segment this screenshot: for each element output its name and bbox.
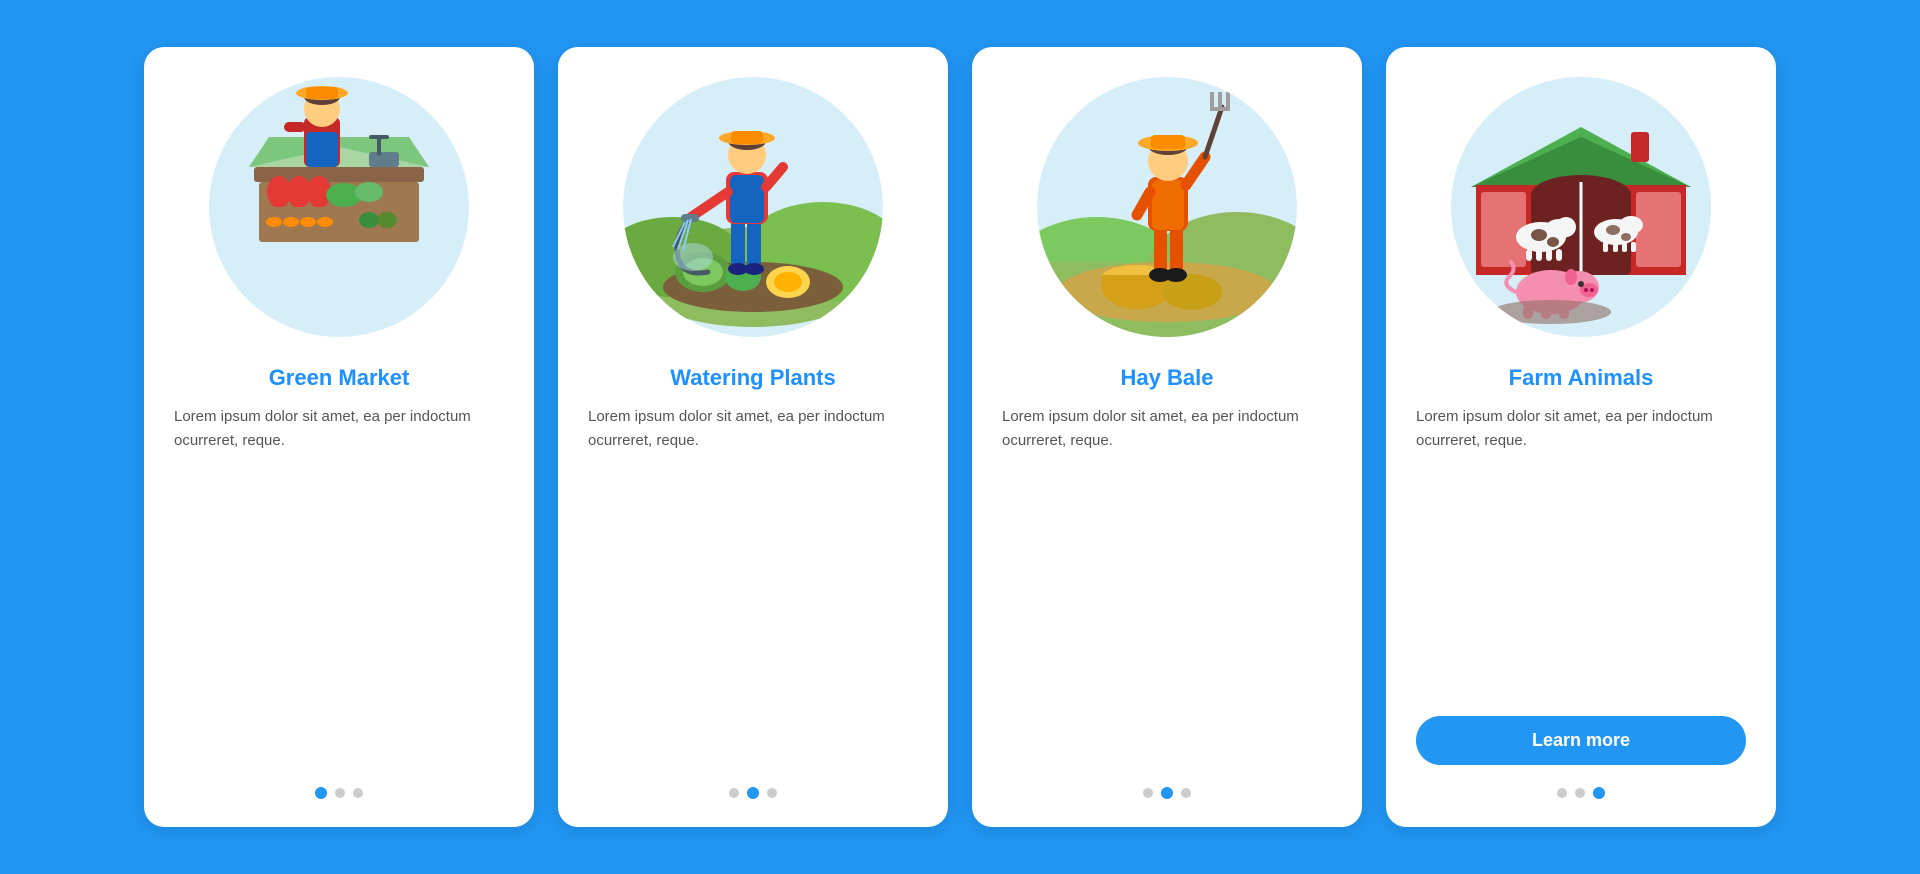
- farm-animals-dots: [1557, 787, 1605, 799]
- dot-1: [729, 788, 739, 798]
- card-farm-animals: Farm Animals Lorem ipsum dolor sit amet,…: [1386, 47, 1776, 827]
- dot-2: [335, 788, 345, 798]
- hay-bale-title: Hay Bale: [1121, 365, 1214, 391]
- dot-1: [315, 787, 327, 799]
- dot-2: [1161, 787, 1173, 799]
- watering-plants-illustration: [623, 77, 883, 337]
- dot-3: [1593, 787, 1605, 799]
- farm-animals-illustration: [1451, 77, 1711, 337]
- dot-2: [747, 787, 759, 799]
- hay-bale-illustration: [1037, 77, 1297, 337]
- cards-container: Green Market Lorem ipsum dolor sit amet,…: [104, 7, 1816, 867]
- dot-3: [767, 788, 777, 798]
- watering-plants-dots: [729, 787, 777, 799]
- dot-3: [1181, 788, 1191, 798]
- green-market-dots: [315, 787, 363, 799]
- hay-bale-text: Lorem ipsum dolor sit amet, ea per indoc…: [1002, 405, 1332, 765]
- dot-2: [1575, 788, 1585, 798]
- dot-1: [1557, 788, 1567, 798]
- farm-animals-title: Farm Animals: [1509, 365, 1654, 391]
- learn-more-button[interactable]: Learn more: [1416, 716, 1746, 765]
- watering-plants-text: Lorem ipsum dolor sit amet, ea per indoc…: [588, 405, 918, 765]
- green-market-illustration: [209, 77, 469, 337]
- farm-animals-text: Lorem ipsum dolor sit amet, ea per indoc…: [1416, 405, 1746, 698]
- card-watering-plants: Watering Plants Lorem ipsum dolor sit am…: [558, 47, 948, 827]
- card-green-market: Green Market Lorem ipsum dolor sit amet,…: [144, 47, 534, 827]
- card-hay-bale: Hay Bale Lorem ipsum dolor sit amet, ea …: [972, 47, 1362, 827]
- green-market-text: Lorem ipsum dolor sit amet, ea per indoc…: [174, 405, 504, 765]
- dot-3: [353, 788, 363, 798]
- dot-1: [1143, 788, 1153, 798]
- watering-plants-title: Watering Plants: [670, 365, 835, 391]
- hay-bale-dots: [1143, 787, 1191, 799]
- green-market-title: Green Market: [269, 365, 410, 391]
